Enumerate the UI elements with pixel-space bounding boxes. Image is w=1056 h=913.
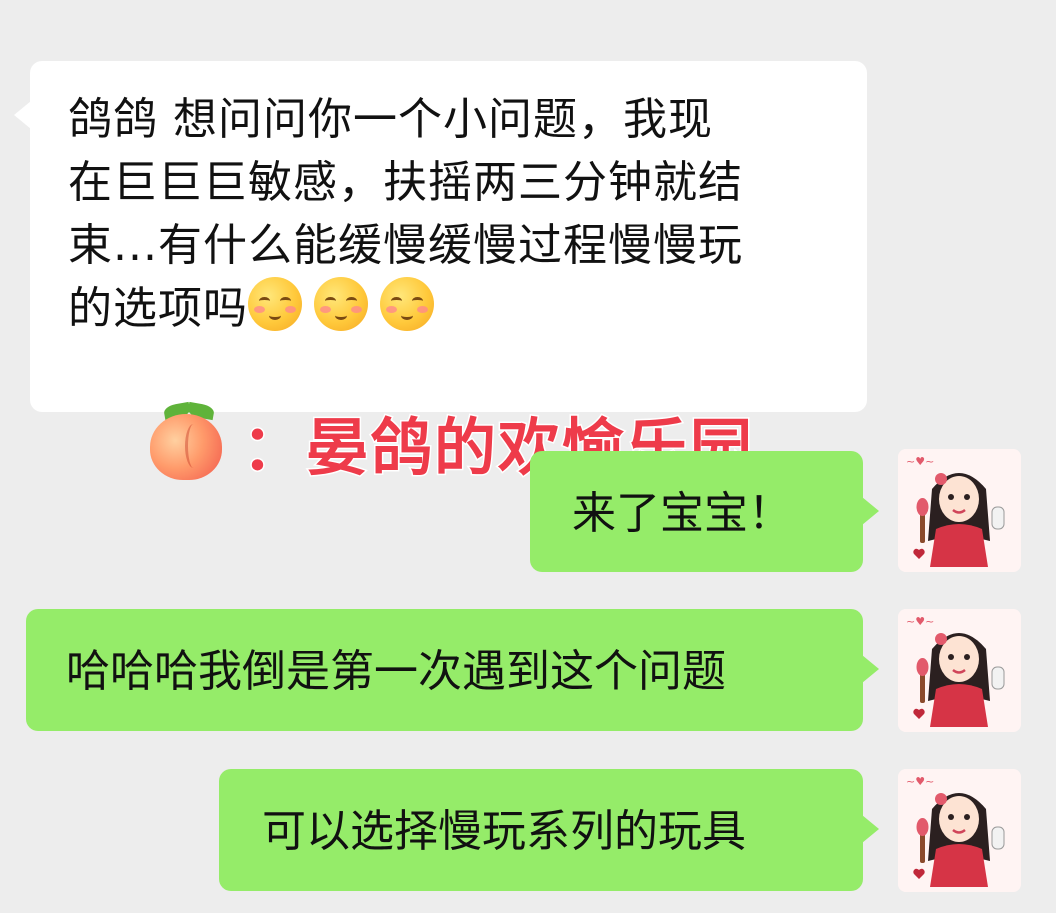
message-text: 可以选择慢玩系列的玩具 — [262, 806, 746, 857]
outgoing-message-bubble[interactable]: 来了宝宝！ — [530, 451, 879, 572]
outgoing-message-bubble[interactable]: 哈哈哈我倒是第一次遇到这个问题 — [26, 609, 879, 731]
blushing-face-emoji-icon — [314, 277, 368, 331]
incoming-message-bubble[interactable]: 鸽鸽 想问问你一个小问题，我现 在巨巨巨敏感，扶摇两三分钟就结 束...有什么能… — [14, 61, 867, 412]
svg-text:~♥~: ~♥~ — [906, 455, 934, 468]
message-line: 束...有什么能缓慢缓慢过程慢慢玩 — [68, 220, 743, 271]
avatar-illustration-icon: ~♥~ — [898, 769, 1021, 892]
message-text: 来了宝宝！ — [572, 488, 792, 539]
blushing-face-emoji-icon — [248, 277, 302, 331]
message-text: 哈哈哈我倒是第一次遇到这个问题 — [66, 646, 726, 697]
avatar[interactable]: ~♥~ — [898, 609, 1021, 732]
svg-text:~♥~: ~♥~ — [906, 615, 934, 628]
avatar-illustration-icon: ~♥~ — [898, 609, 1021, 732]
avatar[interactable]: ~♥~ — [898, 449, 1021, 572]
avatar-illustration-icon: ~♥~ — [898, 449, 1021, 572]
outgoing-message-bubble[interactable]: 可以选择慢玩系列的玩具 — [219, 769, 879, 891]
avatar[interactable]: ~♥~ — [898, 769, 1021, 892]
svg-text:~♥~: ~♥~ — [906, 775, 934, 788]
message-line: 在巨巨巨敏感，扶摇两三分钟就结 — [68, 157, 743, 208]
peach-icon — [146, 400, 230, 484]
message-line: 鸽鸽 想问问你一个小问题，我现 — [68, 94, 713, 145]
message-line-last: 的选项吗 — [68, 277, 833, 340]
blushing-face-emoji-icon — [380, 277, 434, 331]
